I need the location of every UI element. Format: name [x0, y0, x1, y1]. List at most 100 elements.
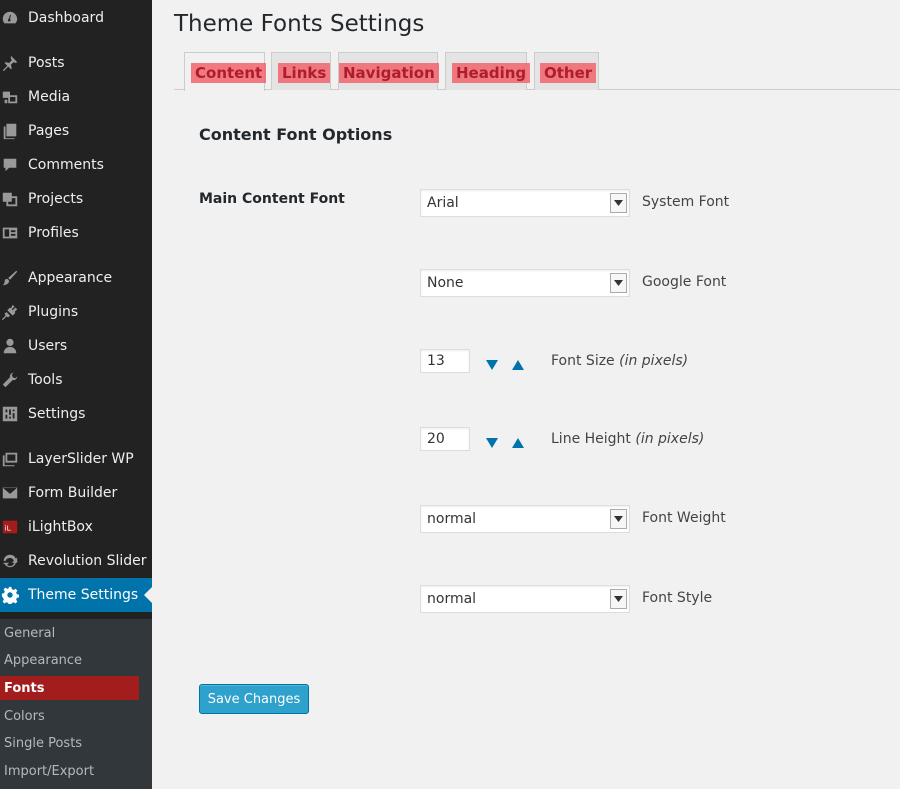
tab-label: Other [540, 63, 597, 83]
profiles-icon [0, 223, 20, 243]
comment-icon [0, 155, 20, 175]
chevron-down-icon [610, 273, 627, 293]
submenu-item-colors[interactable]: Colors [0, 704, 152, 728]
menu-item-ilightbox[interactable]: iL iLightBox [0, 510, 152, 544]
system-font-label: System Font [642, 194, 730, 210]
menu-item-pages[interactable]: Pages [0, 114, 152, 148]
menu-label: Settings [28, 406, 86, 422]
brush-icon [0, 268, 20, 288]
layers-icon [0, 449, 20, 469]
page-title: Theme Fonts Settings [174, 11, 425, 37]
menu-item-appearance[interactable]: Appearance [0, 261, 152, 295]
increment-arrow-icon[interactable] [512, 355, 526, 370]
pages-icon [0, 121, 20, 141]
svg-text:iL: iL [5, 524, 11, 533]
font-size-input[interactable]: 13 [420, 349, 470, 373]
font-weight-select[interactable]: normal [420, 505, 630, 533]
menu-label: Users [28, 338, 68, 354]
decrement-arrow-icon[interactable] [486, 355, 500, 370]
font-size-hint: (in pixels) [619, 353, 689, 369]
tab-label: Content [191, 63, 267, 83]
menu-label: Revolution Slider [28, 553, 147, 569]
menu-label: Comments [28, 157, 104, 173]
submenu-item-import-export[interactable]: Import/Export [0, 759, 152, 783]
dashboard-icon [0, 8, 20, 28]
submenu-item-general[interactable]: General [0, 621, 152, 645]
tab-other[interactable]: Other [534, 52, 599, 90]
line-height-input[interactable]: 20 [420, 427, 470, 451]
tab-heading[interactable]: Heading [445, 52, 531, 90]
user-icon [0, 336, 20, 356]
field-label: Main Content Font [199, 191, 345, 207]
select-value: normal [427, 511, 477, 527]
select-value: normal [427, 591, 477, 607]
menu-label: Posts [28, 55, 65, 71]
decrement-arrow-icon[interactable] [486, 433, 500, 448]
wrench-icon [0, 370, 20, 390]
tab-label: Heading [452, 63, 531, 83]
google-font-select[interactable]: None [420, 269, 630, 297]
save-button[interactable]: Save Changes [199, 684, 309, 714]
menu-item-users[interactable]: Users [0, 329, 152, 363]
font-size-label-text: Font Size [551, 353, 615, 369]
submenu-item-fonts[interactable]: Fonts [0, 676, 139, 700]
theme-settings-submenu: General Appearance Fonts Colors Single P… [0, 619, 152, 789]
system-font-select[interactable]: Arial [420, 189, 630, 217]
pin-icon [0, 53, 20, 73]
line-height-label: Line Height (in pixels) [551, 431, 704, 447]
projects-icon [0, 189, 20, 209]
envelope-icon [0, 483, 20, 503]
menu-label: LayerSlider WP [28, 451, 134, 467]
chevron-down-icon [610, 193, 627, 213]
menu-item-theme-settings[interactable]: Theme Settings [0, 578, 152, 612]
menu-label: Form Builder [28, 485, 118, 501]
gear-icon [0, 585, 20, 605]
menu-item-media[interactable]: Media [0, 80, 152, 114]
menu-item-revolution-slider[interactable]: Revolution Slider [0, 544, 152, 578]
menu-item-plugins[interactable]: Plugins [0, 295, 152, 329]
sliders-icon [0, 404, 20, 424]
menu-label: iLightBox [28, 519, 93, 535]
refresh-icon [0, 551, 20, 571]
menu-item-tools[interactable]: Tools [0, 363, 152, 397]
section-title: Content Font Options [199, 125, 393, 144]
admin-sidebar: Dashboard Posts Media Pages Comments Pro… [0, 0, 152, 789]
menu-label: Profiles [28, 225, 79, 241]
tab-content[interactable]: Content [184, 52, 267, 91]
submenu-item-single-posts[interactable]: Single Posts [0, 731, 152, 755]
font-style-select[interactable]: normal [420, 585, 630, 613]
submenu-item-appearance[interactable]: Appearance [0, 648, 152, 672]
google-font-label: Google Font [642, 274, 727, 290]
menu-label: Tools [28, 372, 63, 388]
chevron-down-icon [610, 509, 627, 529]
menu-label: Plugins [28, 304, 79, 320]
tab-label: Links [278, 63, 331, 83]
menu-item-dashboard[interactable]: Dashboard [0, 1, 152, 35]
menu-item-layerslider[interactable]: LayerSlider WP [0, 442, 152, 476]
menu-item-comments[interactable]: Comments [0, 148, 152, 182]
tab-bar: Content Links Navigation Heading Other [174, 52, 900, 91]
menu-item-profiles[interactable]: Profiles [0, 216, 152, 250]
menu-item-projects[interactable]: Projects [0, 182, 152, 216]
plug-icon [0, 302, 20, 322]
font-size-label: Font Size (in pixels) [551, 353, 688, 369]
increment-arrow-icon[interactable] [512, 433, 526, 448]
ilightbox-icon: iL [0, 517, 20, 537]
select-value: Arial [427, 195, 459, 211]
menu-item-posts[interactable]: Posts [0, 46, 152, 80]
font-weight-label: Font Weight [642, 510, 726, 526]
active-menu-arrow [144, 587, 152, 603]
menu-item-settings[interactable]: Settings [0, 397, 152, 431]
line-height-hint: (in pixels) [635, 431, 705, 447]
chevron-down-icon [610, 589, 627, 609]
tab-navigation[interactable]: Navigation [338, 52, 439, 90]
select-value: None [427, 275, 464, 291]
menu-label: Media [28, 89, 71, 105]
line-height-label-text: Line Height [551, 431, 631, 447]
menu-label: Dashboard [28, 10, 104, 26]
tab-links[interactable]: Links [271, 52, 331, 90]
menu-label: Projects [28, 191, 84, 207]
font-style-label: Font Style [642, 590, 713, 606]
menu-item-form-builder[interactable]: Form Builder [0, 476, 152, 510]
menu-label: Theme Settings [28, 587, 139, 603]
